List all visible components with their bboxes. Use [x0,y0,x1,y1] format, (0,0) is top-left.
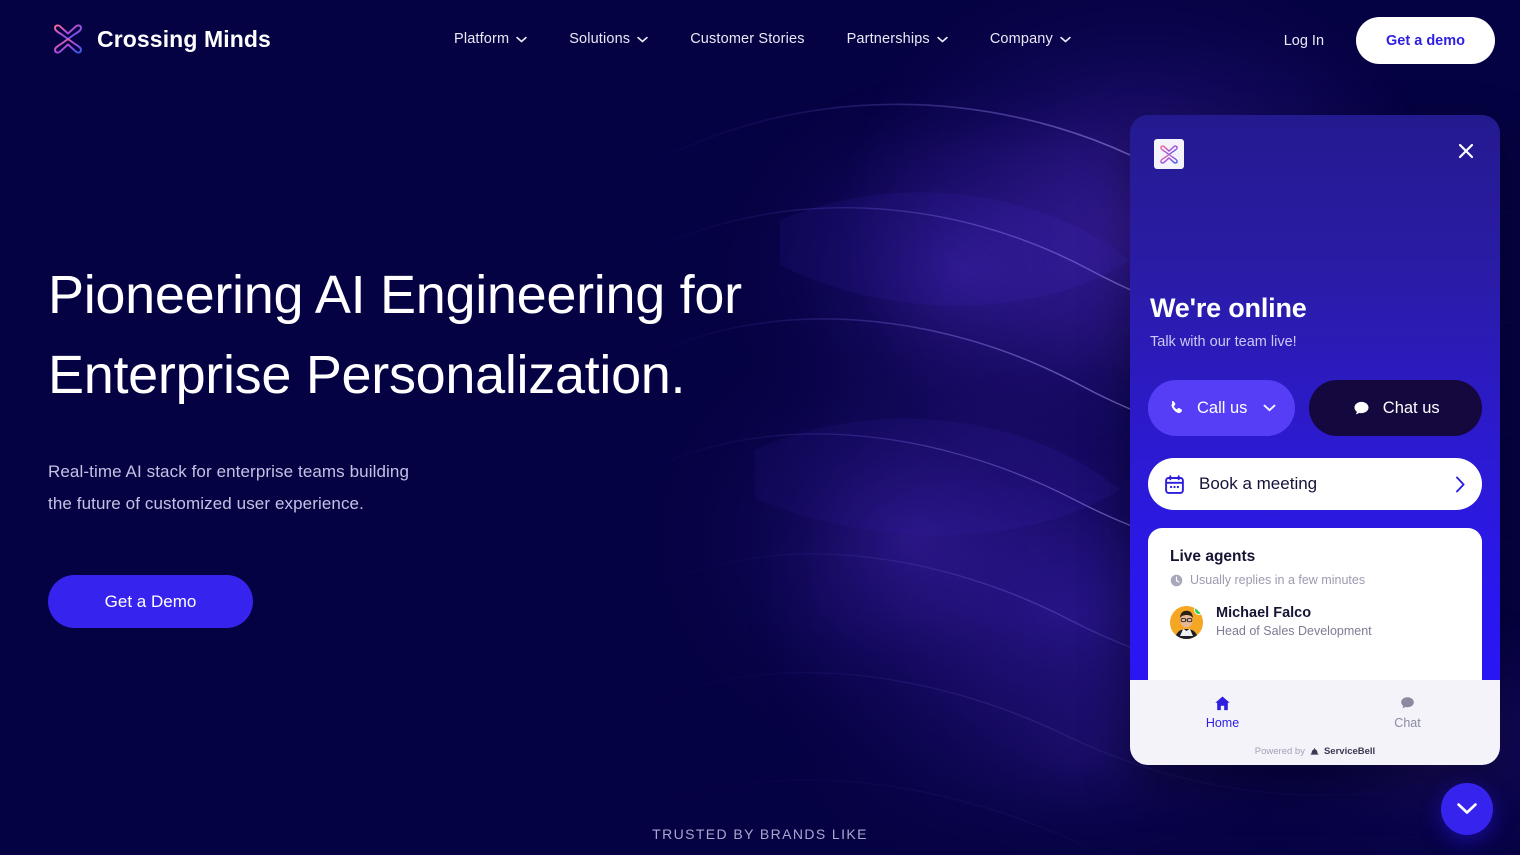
headline-line-1: Pioneering AI Engineering for [48,265,742,325]
avatar [1170,605,1203,639]
tab-chat-label: Chat [1394,715,1421,730]
nav-item-partnerships[interactable]: Partnerships [845,28,950,50]
chevron-down-icon [516,36,527,42]
widget-subheading: Talk with our team live! [1150,334,1297,350]
chat-launcher-button[interactable] [1441,783,1493,835]
get-a-demo-button[interactable]: Get a demo [1356,17,1495,64]
chat-bubble-icon [1401,696,1414,708]
tab-chat[interactable]: Chat [1315,680,1500,738]
agent-info: Michael Falco Head of Sales Development [1216,604,1372,640]
widget-brand-logo [1154,139,1184,169]
phone-icon [1171,400,1183,413]
widget-tabbar: Home Chat [1130,680,1500,738]
headline-line-2: Enterprise Personalization. [48,345,686,405]
chat-us-button[interactable]: Chat us [1309,380,1482,436]
live-agents-reply-time: Usually replies in a few minutes [1170,573,1460,587]
live-agents-card: Live agents Usually replies in a few min… [1148,528,1482,680]
page-title: Pioneering AI Engineering for Enterprise… [48,255,838,415]
live-agents-title: Live agents [1170,548,1256,565]
trusted-by-label: TRUSTED BY BRANDS LIKE [652,826,868,842]
get-a-demo-cta-button[interactable]: Get a Demo [48,575,253,628]
call-us-button[interactable]: Call us [1148,380,1296,436]
nav-item-label: Customer Stories [690,31,805,47]
brand-name: Crossing Minds [97,25,271,52]
chat-widget-footer: Home Chat Powered by ServiceBell [1130,680,1500,765]
powered-by-brand: ServiceBell [1323,746,1376,757]
landing-page: Crossing Minds Platform Solutions Custom… [0,0,1520,855]
chevron-right-icon [1456,476,1465,492]
widget-heading: We're online [1150,293,1307,323]
clock-icon [1170,574,1183,586]
calendar-icon [1165,474,1184,494]
widget-action-row: Call us Chat us [1148,380,1482,436]
powered-by: Powered by ServiceBell [1130,738,1500,765]
close-icon [1458,143,1474,159]
book-a-meeting-button[interactable]: Book a meeting [1148,458,1482,510]
crossing-minds-logo-icon [1160,144,1178,164]
agent-name: Michael Falco [1216,605,1312,621]
tab-home[interactable]: Home [1130,680,1315,738]
chat-widget-header: We're online Talk with our team live! Ca… [1130,115,1500,680]
chat-us-label: Chat us [1382,398,1440,417]
close-widget-button[interactable] [1452,137,1480,165]
hero-subtext: Real-time AI stack for enterprise teams … [48,456,838,520]
online-status-dot [1194,605,1203,615]
nav-actions: Log In Get a demo [1276,17,1495,64]
crossing-minds-logo-icon [54,24,82,54]
nav-item-label: Partnerships [846,31,930,47]
chat-widget: We're online Talk with our team live! Ca… [1130,115,1500,765]
list-item[interactable]: Michael Falco Head of Sales Development [1170,604,1460,640]
reply-time-label: Usually replies in a few minutes [1190,573,1366,587]
nav-item-label: Solutions [569,31,631,47]
chevron-down-icon [1060,36,1071,42]
chevron-down-icon [1263,404,1276,412]
hero-section: Pioneering AI Engineering for Enterprise… [48,255,838,628]
chevron-down-icon [1457,803,1477,814]
nav-menu: Platform Solutions Customer Stories Part… [452,28,1073,50]
powered-by-prefix: Powered by [1254,746,1305,757]
chevron-down-icon [637,36,648,42]
chevron-down-icon [937,36,948,42]
chat-bubble-icon [1354,401,1369,414]
nav-item-label: Platform [454,31,510,47]
subtext-line-1: Real-time AI stack for enterprise teams … [48,462,410,481]
main-navigation: Crossing Minds Platform Solutions Custom… [0,0,1520,80]
login-link[interactable]: Log In [1276,27,1332,55]
servicebell-icon [1310,748,1319,755]
call-us-label: Call us [1197,398,1248,417]
nav-item-solutions[interactable]: Solutions [567,28,650,50]
brand-logo-link[interactable]: Crossing Minds [52,24,271,54]
book-a-meeting-label: Book a meeting [1199,474,1318,493]
nav-item-label: Company [989,31,1053,47]
tab-home-label: Home [1205,715,1240,730]
home-icon [1215,696,1230,710]
nav-item-platform[interactable]: Platform [452,28,529,50]
nav-item-customer-stories[interactable]: Customer Stories [688,28,806,50]
agent-role: Head of Sales Development [1216,624,1372,638]
subtext-line-2: the future of customized user experience… [48,494,364,513]
nav-item-company[interactable]: Company [988,28,1073,50]
